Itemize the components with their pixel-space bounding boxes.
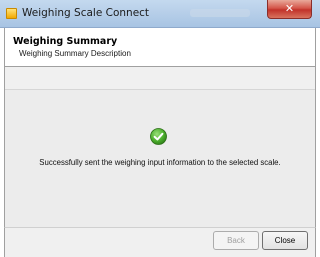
page-description: Weighing Summary Description [19,49,131,58]
summary-header: Weighing Summary Weighing Summary Descri… [4,28,316,66]
success-check-icon [150,128,167,145]
dialog-footer: Back Close [4,227,316,257]
title-bar-blur [190,9,250,17]
page-title: Weighing Summary [13,36,118,47]
app-icon [6,8,17,19]
close-button[interactable]: Close [262,231,308,250]
back-button[interactable]: Back [213,231,259,250]
content-area [4,67,316,230]
status-message: Successfully sent the weighing input inf… [39,158,281,167]
dialog-window: Weighing Scale Connect ✕ Weighing Summar… [0,0,320,257]
window-title: Weighing Scale Connect [22,7,150,19]
title-bar[interactable]: Weighing Scale Connect ✕ [0,0,320,28]
window-close-button[interactable]: ✕ [267,0,312,19]
close-icon: ✕ [284,2,295,15]
